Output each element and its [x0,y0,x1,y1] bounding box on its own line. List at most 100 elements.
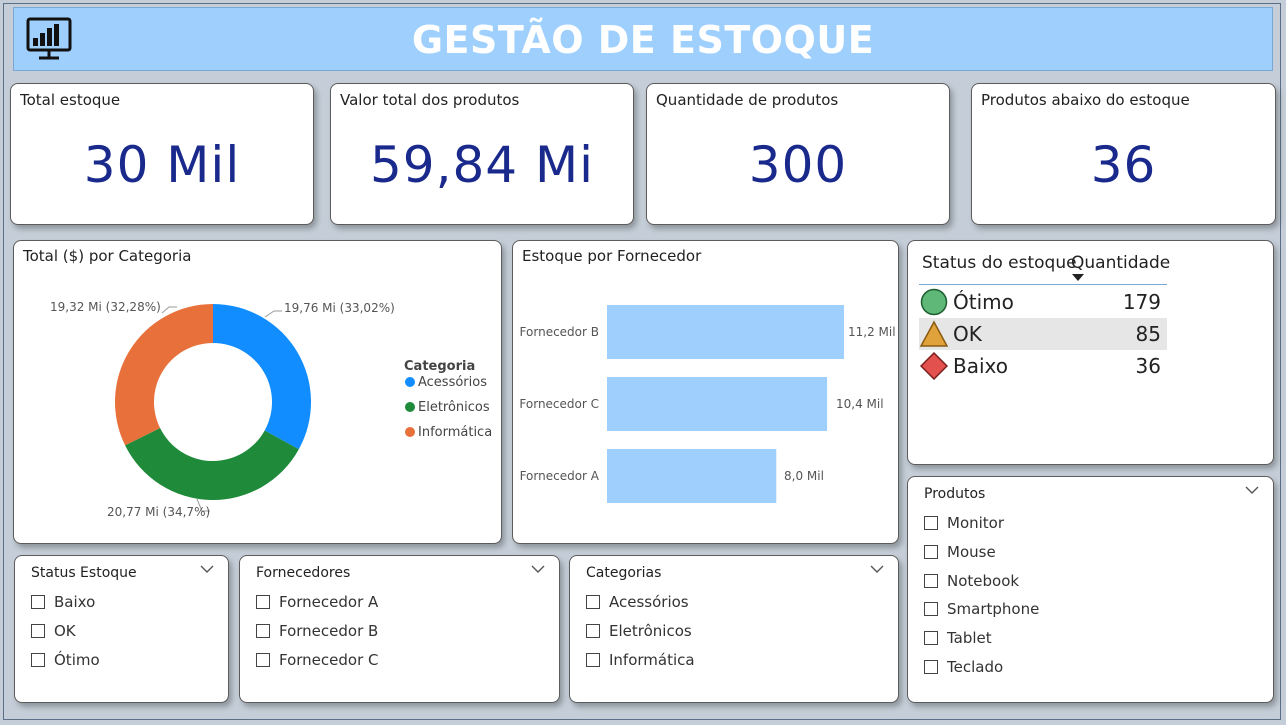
table-row[interactable]: OK 85 [919,318,1167,350]
option-label: Informática [609,650,695,669]
kpi-card-quantidade-produtos[interactable]: Quantidade de produtos 300 [646,83,950,225]
slicer-option[interactable]: Baixo [31,588,100,617]
chevron-down-icon[interactable] [1245,485,1259,495]
legend-title: Categoria [404,359,475,374]
legend-item[interactable]: Eletrônicos [418,400,490,415]
table-row[interactable]: Ótimo 179 [919,286,1167,318]
legend-item[interactable]: Informática [418,425,492,440]
kpi-value: 30 Mil [83,136,241,194]
donut-chart: 19,76 Mi (33,02%) 20,77 Mi (34,7%) 19,32… [50,300,492,519]
yellow-triangle-icon [919,319,949,349]
status-name: OK [953,322,982,346]
checkbox[interactable] [586,652,600,667]
slicer-option[interactable]: Informática [586,645,695,674]
kpi-card-abaixo-estoque[interactable]: Produtos abaixo do estoque 36 [971,83,1276,225]
bar[interactable] [607,449,777,503]
checkbox[interactable] [924,516,938,531]
slicer-categorias[interactable]: Categorias Acessórios Eletrônicos Inform… [569,555,899,703]
legend-item[interactable]: Acessórios [418,375,487,390]
donut-slice-label: 19,32 Mi (32,28%) [50,300,161,314]
slicer-option[interactable]: Notebook [924,566,1039,595]
status-qty: 179 [1122,290,1161,314]
legend-marker [405,377,415,387]
checkbox[interactable] [31,595,45,610]
checkbox[interactable] [924,602,938,617]
bar[interactable] [607,305,844,359]
chevron-down-icon[interactable] [200,564,214,574]
kpi-label: Quantidade de produtos [656,91,839,109]
red-diamond-icon [919,351,949,381]
status-name: Ótimo [953,290,1014,314]
checkbox[interactable] [924,631,938,646]
checkbox[interactable] [256,652,270,667]
chevron-down-icon[interactable] [531,564,545,574]
bar[interactable] [607,377,828,431]
kpi-label: Valor total dos produtos [340,91,520,109]
bar-value-label: 10,4 Mil [836,397,884,411]
legend-marker [405,402,415,412]
slicer-option[interactable]: Acessórios [586,588,695,617]
option-label: Acessórios [609,593,689,612]
slicer-produtos[interactable]: Produtos Monitor Mouse Notebook Smartpho… [907,476,1274,703]
column-header-quantidade[interactable]: Quantidade [1071,253,1170,273]
kpi-value: 36 [1090,136,1157,194]
legend-marker [405,427,415,437]
option-label: Mouse [947,543,996,562]
slicer-option[interactable]: Ótimo [31,645,100,674]
donut-slice[interactable] [115,304,213,446]
kpi-value: 59,84 Mi [369,136,595,194]
option-label: Tablet [947,629,992,648]
slicer-option[interactable]: Mouse [924,538,1039,567]
bar-category-label: Fornecedor A [520,469,600,483]
bar-chart: Fornecedor B Fornecedor C Fornecedor A 11,… [519,305,896,503]
header-banner: GESTÃO DE ESTOQUE [13,7,1273,71]
column-header-status[interactable]: Status do estoque [922,253,1077,273]
donut-leader-line [264,310,282,318]
slicer-option[interactable]: Eletrônicos [586,617,695,646]
slicer-option[interactable]: Monitor [924,509,1039,538]
slicer-fornecedores[interactable]: Fornecedores Fornecedor A Fornecedor B F… [239,555,560,703]
slicer-option[interactable]: Tablet [924,624,1039,653]
donut-slice[interactable] [125,428,299,501]
slicer-option[interactable]: OK [31,617,100,646]
option-label: Baixo [54,593,96,612]
bar-chart-panel[interactable]: Estoque por Fornecedor Fornecedor B Forne… [512,240,899,544]
status-name: Baixo [953,354,1008,378]
kpi-value: 300 [748,136,848,194]
slicer-option[interactable]: Smartphone [924,595,1039,624]
donut-slice[interactable] [213,304,312,450]
option-label: Smartphone [947,600,1040,619]
checkbox[interactable] [31,624,45,639]
checkbox[interactable] [924,545,938,560]
table-row[interactable]: Baixo 36 [919,350,1167,382]
checkbox[interactable] [586,595,600,610]
slicer-title: Status Estoque [31,565,137,581]
option-label: OK [54,622,76,641]
slicer-option[interactable]: Teclado [924,652,1039,681]
slicer-status-estoque[interactable]: Status Estoque Baixo OK Ótimo [14,555,229,703]
checkbox[interactable] [924,573,938,588]
kpi-label: Produtos abaixo do estoque [981,91,1190,109]
kpi-card-total-estoque[interactable]: Total estoque 30 Mil [10,83,314,225]
checkbox[interactable] [256,595,270,610]
checkbox[interactable] [586,624,600,639]
status-table-panel[interactable]: Status do estoque Quantidade Ótimo 179 O… [907,240,1274,465]
option-label: Fornecedor C [279,650,379,669]
checkbox[interactable] [924,659,938,674]
status-qty: 36 [1135,354,1161,378]
donut-chart-panel[interactable]: Total ($) por Categoria 19,76 Mi (33,02%… [13,240,502,544]
bar-value-label: 11,2 Mil [848,325,896,339]
option-label: Ótimo [54,650,100,669]
donut-slice-label: 19,76 Mi (33,02%) [284,301,395,315]
checkbox[interactable] [31,652,45,667]
slicer-option[interactable]: Fornecedor A [256,588,379,617]
checkbox[interactable] [256,624,270,639]
chevron-down-icon[interactable] [870,564,884,574]
green-circle-icon [919,287,949,317]
sort-desc-icon[interactable] [1072,274,1084,282]
slicer-option[interactable]: Fornecedor C [256,645,379,674]
option-label: Monitor [947,514,1005,533]
kpi-card-valor-total[interactable]: Valor total dos produtos 59,84 Mi [330,83,634,225]
donut-slice-label: 20,77 Mi (34,7%) [107,505,210,519]
slicer-option[interactable]: Fornecedor B [256,617,379,646]
